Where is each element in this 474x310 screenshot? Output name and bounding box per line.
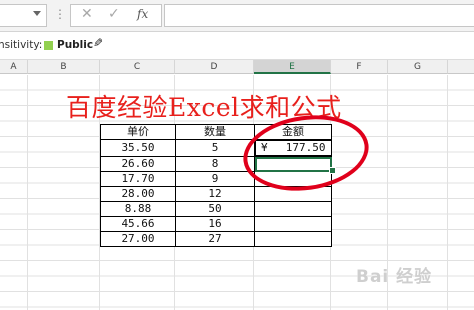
amount-cell[interactable]: ¥177.50 [255,140,332,156]
column-header-A[interactable]: A [0,60,28,74]
column-header-B[interactable]: B [28,60,100,74]
column-header-D[interactable]: D [175,60,254,74]
header-price[interactable]: 单价 [100,124,176,140]
table-row: 28.00 12 [100,186,332,202]
column-header-E[interactable]: E [254,60,331,74]
data-table: 单价 数量 金额 35.50 5 ¥177.50 26.60 8 17.70 9… [100,124,332,247]
edit-pencil-icon[interactable]: ✎ [93,36,103,50]
table-row: 8.88 50 [100,201,332,217]
grid-line [447,75,448,310]
amount-cell[interactable] [254,186,332,202]
name-box[interactable] [0,4,47,27]
column-header-F[interactable]: F [331,60,388,74]
quantity-cell[interactable]: 50 [175,201,255,217]
table-row: 26.60 8 [100,156,332,172]
table-row: 27.00 27 [100,231,332,247]
amount-cell[interactable] [254,201,332,217]
quantity-cell[interactable]: 27 [175,231,255,247]
quantity-cell[interactable]: 16 [175,216,255,232]
enter-icon[interactable]: ✓ [108,6,120,22]
header-amount[interactable]: 金额 [254,124,332,140]
grid-line [27,75,28,310]
table-row: 45.66 16 [100,216,332,232]
price-cell[interactable]: 26.60 [100,156,176,172]
sheet-title: 百度经验Excel求和公式 [66,93,342,122]
column-header-next[interactable] [448,60,474,74]
sensitivity-value[interactable]: Public [57,39,93,51]
currency-symbol: ¥ [261,141,268,154]
quantity-cell[interactable]: 5 [175,139,255,157]
amount-cell[interactable] [254,216,332,232]
price-cell[interactable]: 17.70 [100,171,176,187]
sensitivity-color-swatch [44,41,53,50]
column-header-C[interactable]: C [100,60,175,74]
chevron-down-icon[interactable] [33,11,41,16]
table-row: 35.50 5 ¥177.50 [100,139,332,157]
price-cell[interactable]: 27.00 [100,231,176,247]
table-row: 17.70 9 [100,171,332,187]
price-cell[interactable]: 28.00 [100,186,176,202]
quantity-cell[interactable]: 9 [175,171,255,187]
selected-amount-cell[interactable] [254,156,332,172]
more-options-icon[interactable]: ⋮ [54,7,66,21]
column-header-G[interactable]: G [388,60,448,74]
sensitivity-bar: nsitivity: Public ✎ [0,32,474,60]
price-cell[interactable]: 8.88 [100,201,176,217]
formula-input[interactable] [164,4,474,27]
fill-handle[interactable] [329,167,336,174]
formula-buttons: ✕ ✓ fx [70,4,162,27]
price-cell[interactable]: 45.66 [100,216,176,232]
table-header-row: 单价 数量 金额 [100,124,332,140]
cancel-icon[interactable]: ✕ [81,6,93,22]
price-cell[interactable]: 35.50 [100,139,176,157]
header-quantity[interactable]: 数量 [175,124,255,140]
amount-cell[interactable] [254,171,332,187]
quantity-cell[interactable]: 12 [175,186,255,202]
formula-bar: ⋮ ✕ ✓ fx [0,0,474,32]
watermark-logo: Bai 经验 [356,267,433,287]
insert-function-icon[interactable]: fx [137,7,148,21]
quantity-cell[interactable]: 8 [175,156,255,172]
amount-value: 177.50 [285,141,326,154]
amount-cell[interactable] [254,231,332,247]
sensitivity-label: nsitivity: [0,39,43,51]
